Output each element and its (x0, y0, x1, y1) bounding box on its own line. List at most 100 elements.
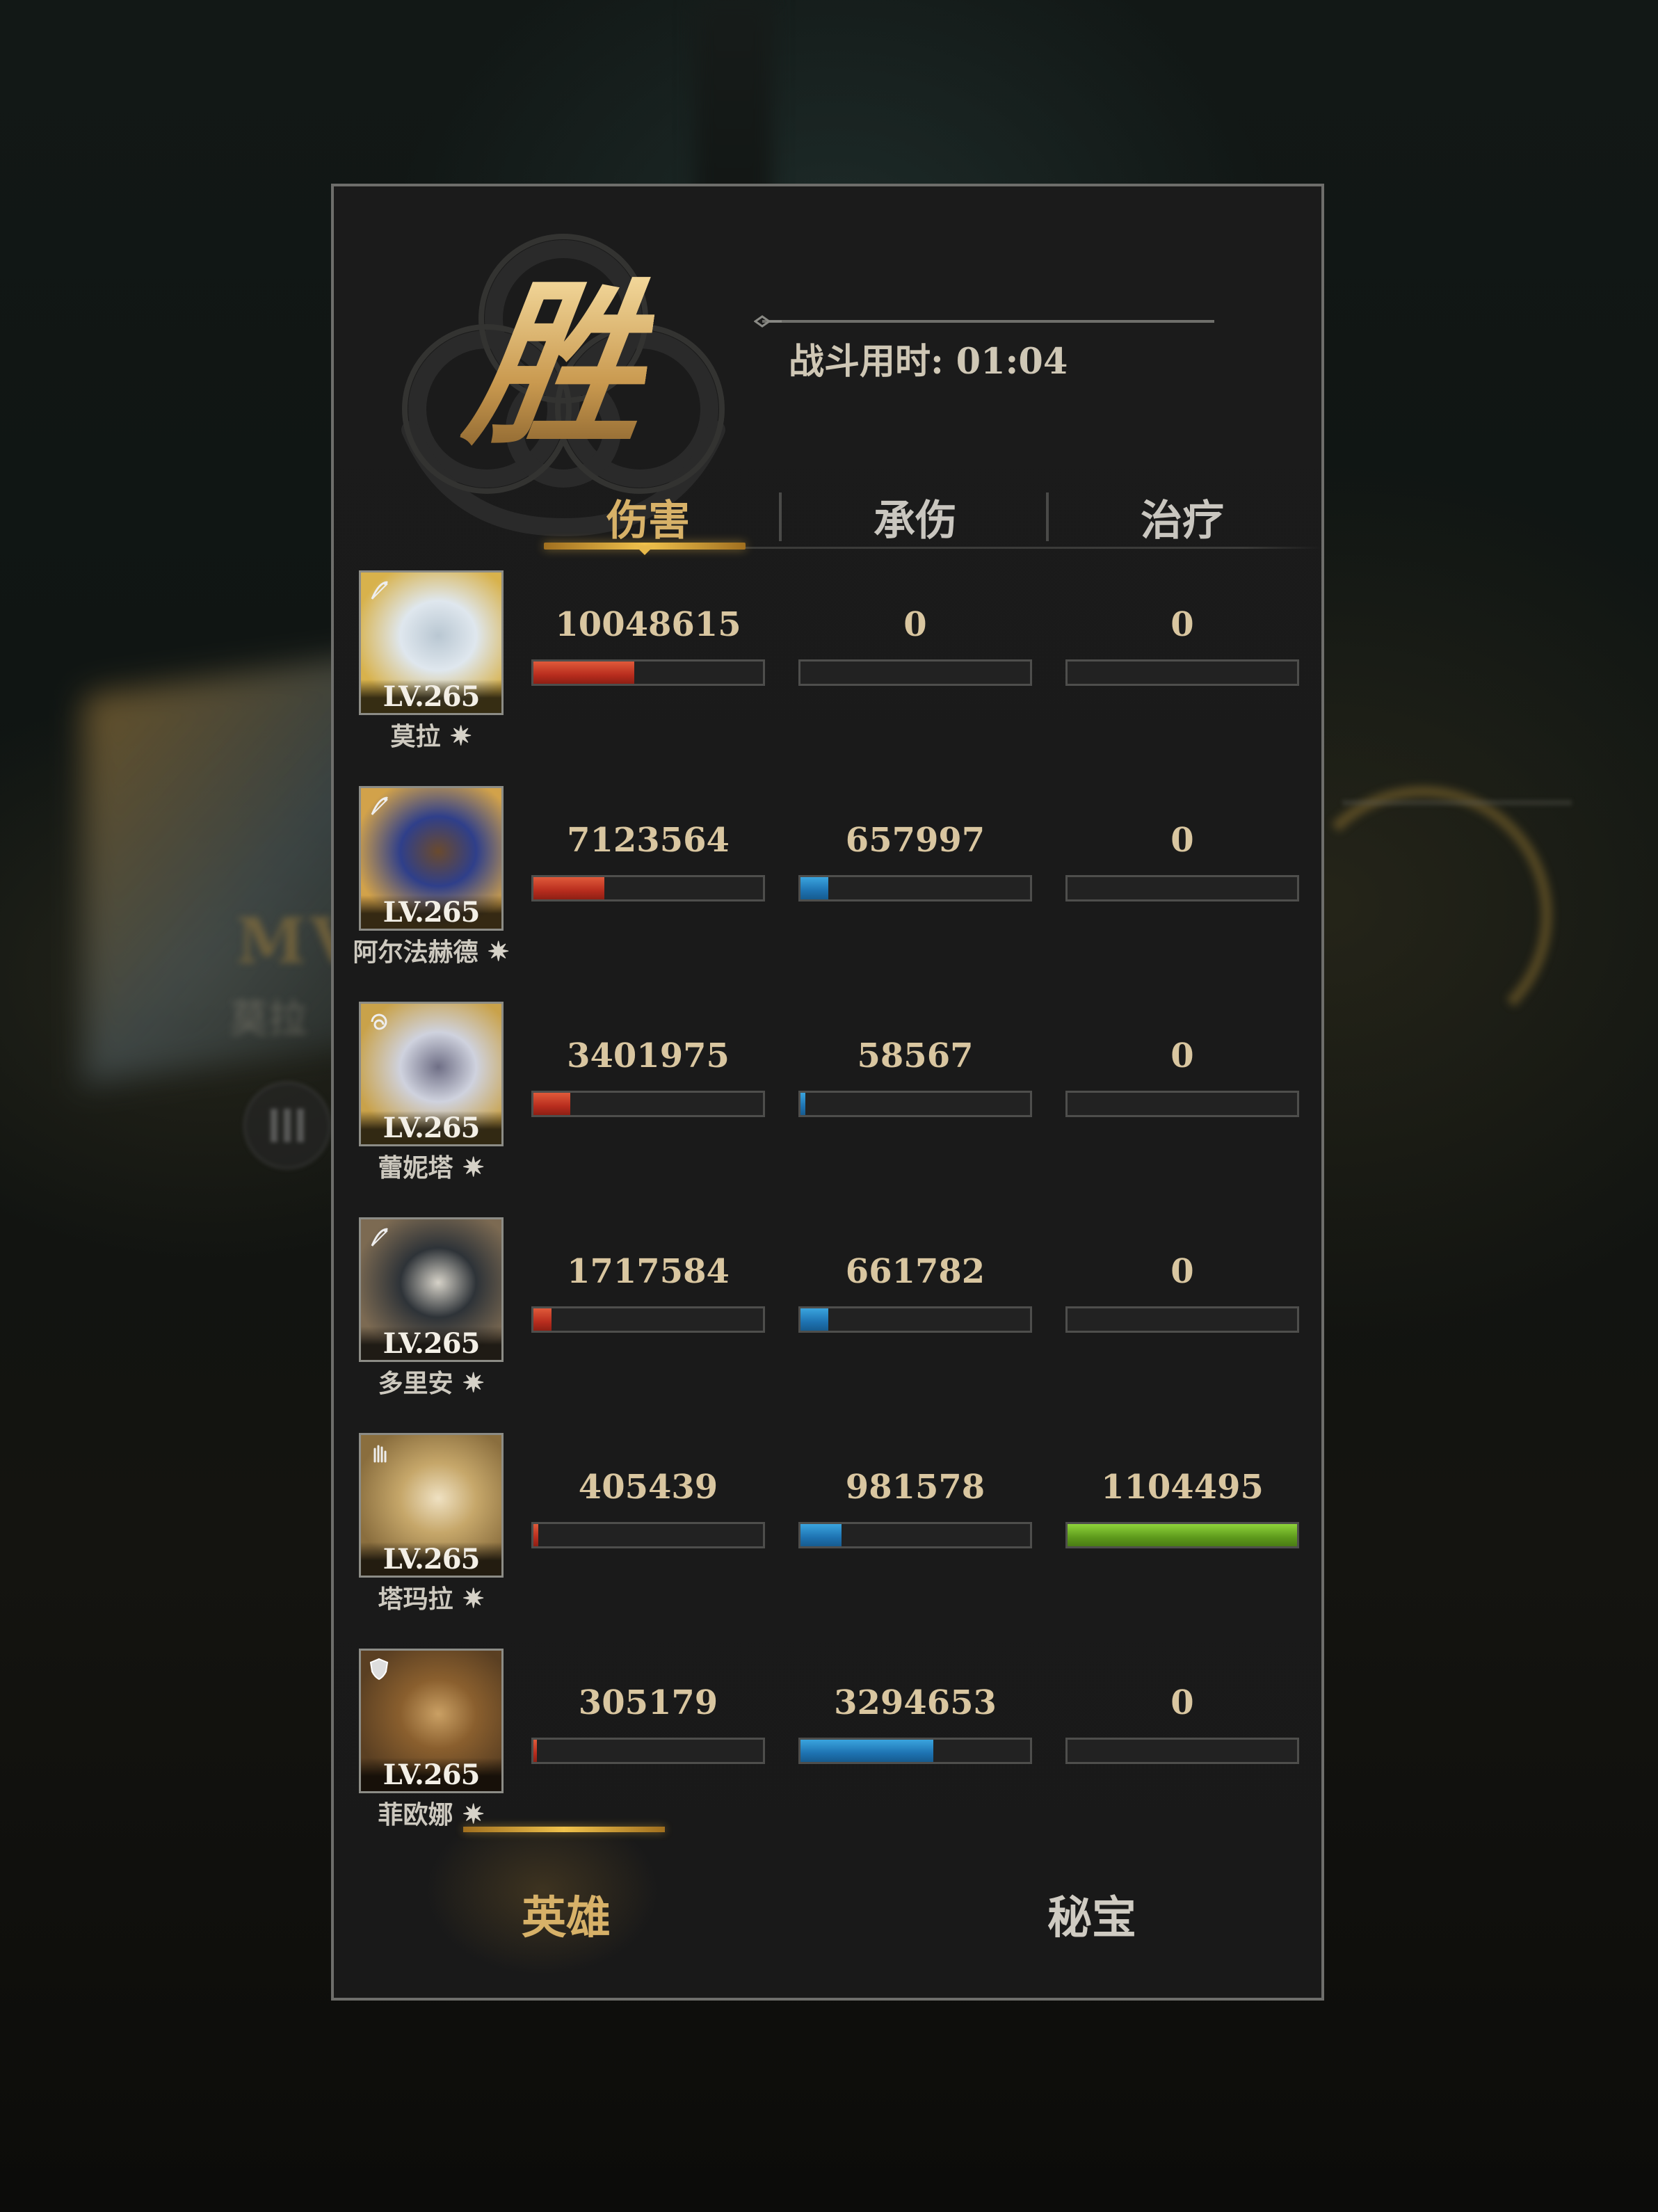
damage-taken-value: 981578 (845, 1468, 985, 1507)
hero-row: LV.265 塔玛拉 ✷ 405439 981578 1104495 (334, 1433, 1327, 1635)
hero-name-text: 阿尔法赫德 (353, 938, 478, 967)
hero-portrait[interactable]: LV.265 (359, 1217, 504, 1362)
damage-value: 1717584 (567, 1252, 730, 1291)
tab-separator (1046, 492, 1049, 541)
tab-healing[interactable]: 治疗 (1057, 487, 1307, 547)
damage-taken-value: 3294653 (834, 1683, 997, 1722)
damage-bar (531, 659, 765, 686)
hero-name: 塔玛拉 ✷ (334, 1579, 529, 1615)
damage-value: 305179 (578, 1683, 718, 1722)
tab-heroes[interactable]: 英雄 (522, 1882, 611, 1946)
title-divider (762, 320, 1214, 323)
victory-title: 胜 (455, 262, 663, 470)
damage-taken-value: 0 (903, 605, 927, 644)
tab-treasures[interactable]: 秘宝 (1047, 1882, 1136, 1946)
damage-bar (531, 1738, 765, 1764)
damage-bar (531, 1306, 765, 1333)
shield-icon (369, 1658, 389, 1681)
hero-level: LV.265 (361, 895, 501, 929)
damage-bar-fill (533, 1740, 537, 1762)
healing-bar (1065, 1522, 1299, 1548)
healing-value: 0 (1170, 605, 1194, 644)
hero-portrait[interactable]: LV.265 (359, 570, 504, 715)
damage-taken-bar-fill (800, 1740, 933, 1762)
hero-portrait[interactable]: LV.265 (359, 1433, 504, 1578)
swirl-icon (371, 1013, 387, 1030)
divider-ornament-icon (754, 315, 782, 328)
healing-value: 0 (1170, 1036, 1194, 1075)
bottom-tab-indicator (463, 1827, 665, 1832)
hero-row: LV.265 阿尔法赫德 ✷ 7123564 657997 0 (334, 786, 1327, 988)
damage-taken-bar (798, 659, 1032, 686)
damage-taken-bar (798, 1738, 1032, 1764)
bow-icon (371, 1228, 388, 1247)
damage-value: 405439 (578, 1468, 718, 1507)
tab-damage-taken[interactable]: 承伤 (790, 487, 1040, 547)
healing-bar (1065, 659, 1299, 686)
damage-taken-bar (798, 875, 1032, 901)
hero-level: LV.265 (361, 1111, 501, 1144)
backdrop-mvp-name: 莫拉 (230, 997, 307, 1042)
star-icon: ✷ (440, 720, 472, 751)
hero-name-text: 多里安 (378, 1369, 453, 1398)
hero-name-text: 塔玛拉 (378, 1585, 453, 1614)
healing-bar-fill (1068, 1524, 1297, 1546)
damage-value: 3401975 (567, 1036, 730, 1075)
hero-level: LV.265 (361, 680, 501, 713)
damage-taken-value: 657997 (845, 821, 985, 860)
hero-level: LV.265 (361, 1327, 501, 1360)
healing-value: 0 (1170, 1252, 1194, 1291)
healing-bar (1065, 875, 1299, 901)
hero-row: LV.265 多里安 ✷ 1717584 661782 0 (334, 1217, 1327, 1419)
damage-bar-fill (533, 1524, 538, 1546)
star-icon: ✷ (453, 1151, 485, 1183)
damage-value: 7123564 (567, 821, 730, 860)
healing-value: 0 (1170, 821, 1194, 860)
hero-level: LV.265 (361, 1542, 501, 1576)
damage-bar (531, 1522, 765, 1548)
hero-name: 阿尔法赫德 ✷ (334, 932, 529, 968)
healing-bar (1065, 1091, 1299, 1117)
hero-name: 蕾妮塔 ✷ (334, 1148, 529, 1184)
damage-bar (531, 1091, 765, 1117)
damage-taken-bar-fill (800, 877, 828, 899)
damage-value: 10048615 (555, 605, 741, 644)
tab-damage[interactable]: 伤害 (523, 487, 773, 547)
hero-level: LV.265 (361, 1758, 501, 1791)
bow-icon (371, 581, 388, 600)
hero-name: 莫拉 ✷ (334, 716, 529, 753)
damage-taken-bar (798, 1306, 1032, 1333)
hero-portrait[interactable]: LV.265 (359, 1002, 504, 1146)
hero-name-text: 莫拉 (390, 722, 441, 751)
damage-taken-bar-fill (800, 1308, 828, 1331)
backdrop-line (1342, 800, 1572, 806)
tab-indicator-arrow-icon (635, 545, 654, 555)
damage-bar-fill (533, 1093, 570, 1115)
hero-row: LV.265 蕾妮塔 ✷ 3401975 58567 0 (334, 1002, 1327, 1203)
star-icon: ✷ (453, 1582, 485, 1614)
healing-bar (1065, 1306, 1299, 1333)
bow-icon (371, 796, 388, 815)
healing-bar (1065, 1738, 1299, 1764)
damage-bar-fill (533, 1308, 552, 1331)
healing-value: 1104495 (1101, 1468, 1264, 1507)
star-icon: ✷ (478, 936, 510, 967)
damage-bar (531, 875, 765, 901)
damage-taken-bar-fill (800, 1524, 842, 1546)
hero-portrait[interactable]: LV.265 (359, 786, 504, 931)
damage-taken-bar (798, 1522, 1032, 1548)
backdrop-stats-button (243, 1082, 331, 1169)
damage-taken-bar (798, 1091, 1032, 1117)
damage-taken-value: 58567 (857, 1036, 974, 1075)
hero-row: LV.265 莫拉 ✷ 10048615 0 0 (334, 570, 1327, 772)
battle-result-panel: 胜 战斗用时: 01:04 伤害 承伤 治疗 LV.265 莫拉 ✷ 10048… (331, 184, 1324, 2001)
healing-value: 0 (1170, 1683, 1194, 1722)
battle-duration: 战斗用时: 01:04 (789, 341, 1068, 383)
hero-portrait[interactable]: LV.265 (359, 1649, 504, 1793)
hand-icon (373, 1445, 387, 1463)
damage-bar-fill (533, 662, 634, 684)
tab-separator (779, 492, 782, 541)
hero-row: LV.265 菲欧娜 ✷ 305179 3294653 0 (334, 1649, 1327, 1850)
backdrop-ring (1294, 786, 1552, 1045)
damage-bar-fill (533, 877, 604, 899)
